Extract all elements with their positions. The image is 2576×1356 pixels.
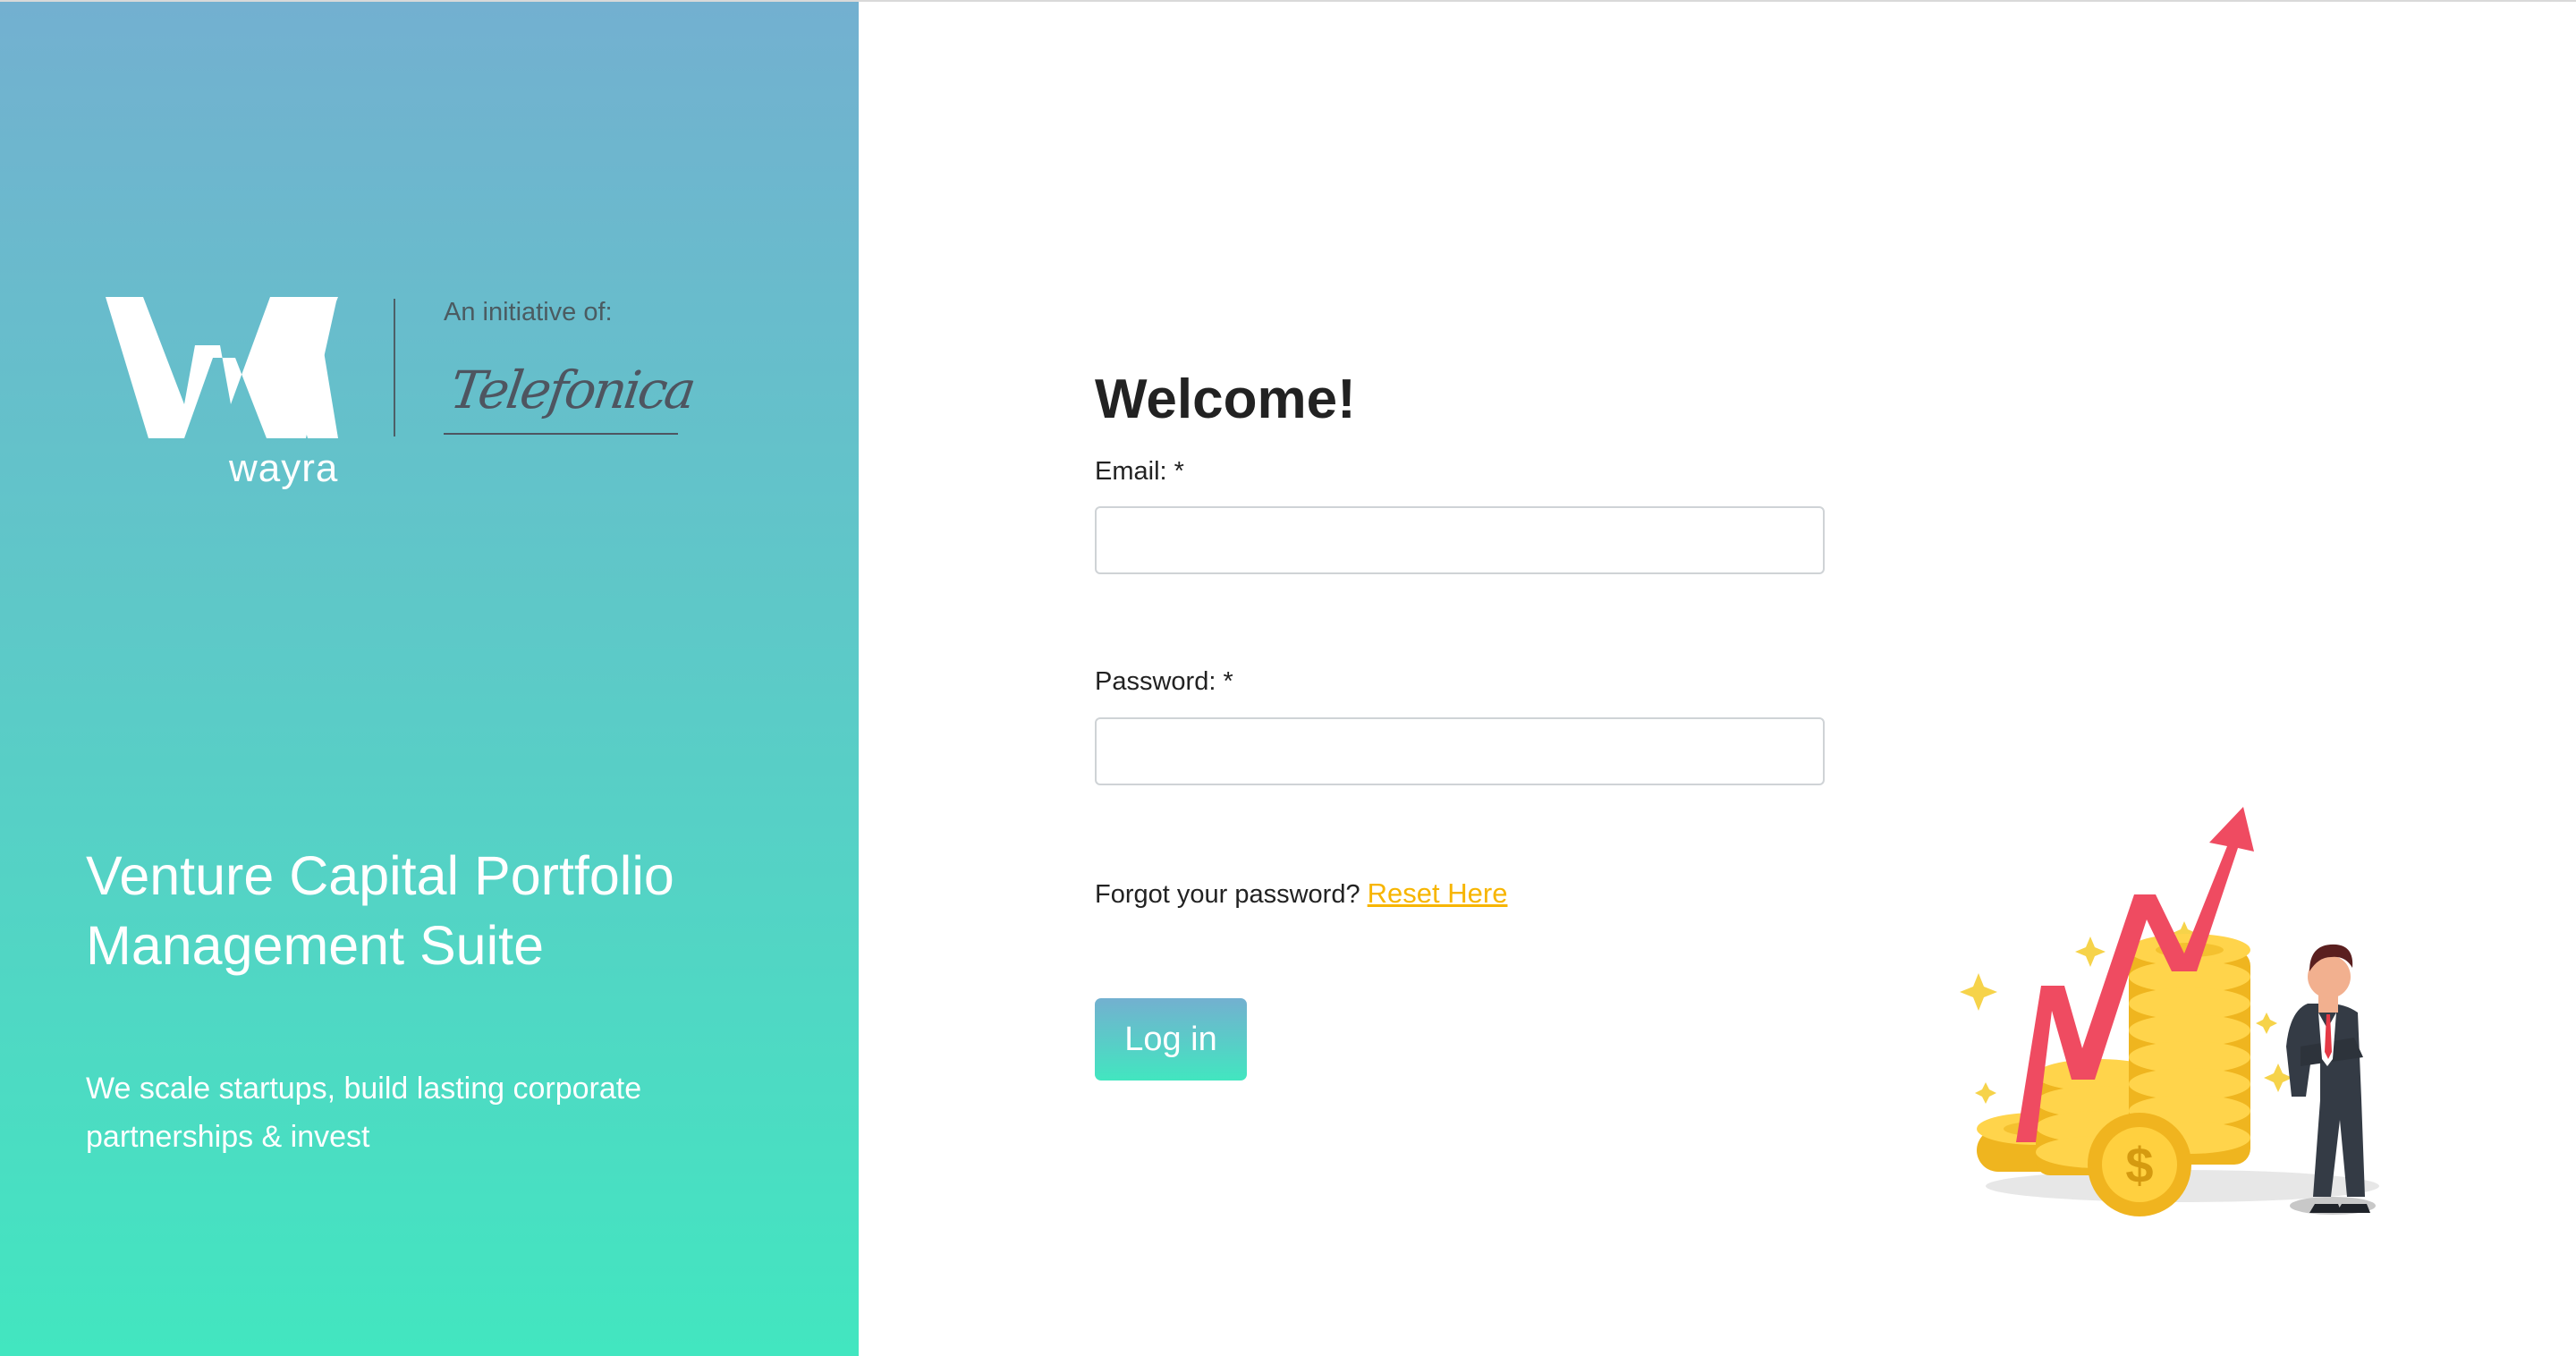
initiative-label: An initiative of: <box>444 298 613 326</box>
password-input[interactable] <box>1095 717 1825 785</box>
brand-divider <box>394 299 395 436</box>
login-button[interactable]: Log in <box>1095 998 1247 1081</box>
investment-growth-illustration: $ <box>1960 807 2379 1216</box>
brand-panel: wayra An initiative of: Telefonica Ventu… <box>0 2 859 1356</box>
forgot-password-text: Forgot your password? <box>1095 880 1360 909</box>
dollar-coin-icon: $ <box>2088 1113 2191 1216</box>
login-content: Welcome! Email: * Password: * Forgot you… <box>1095 2 1989 1356</box>
email-label: Email: * <box>1095 457 1184 486</box>
login-page: wayra An initiative of: Telefonica Ventu… <box>0 0 2576 1356</box>
svg-text:$: $ <box>2125 1137 2153 1193</box>
reset-password-link[interactable]: Reset Here <box>1368 877 1508 909</box>
password-label: Password: * <box>1095 667 1233 696</box>
wayra-wordmark: wayra <box>229 446 339 490</box>
suite-title: Venture Capital Portfolio Management Sui… <box>86 845 674 976</box>
email-input[interactable] <box>1095 506 1825 574</box>
telefonica-logo: Telefonica <box>446 360 698 420</box>
telefonica-underline <box>444 433 678 435</box>
suite-subtitle: We scale startups, build lasting corpora… <box>86 1072 642 1154</box>
welcome-heading: Welcome! <box>1095 369 1356 430</box>
brand-logo-group: wayra An initiative of: Telefonica <box>106 297 698 503</box>
wayra-w-icon <box>106 297 338 438</box>
forgot-password-row: Forgot your password? Reset Here <box>1095 878 1507 910</box>
